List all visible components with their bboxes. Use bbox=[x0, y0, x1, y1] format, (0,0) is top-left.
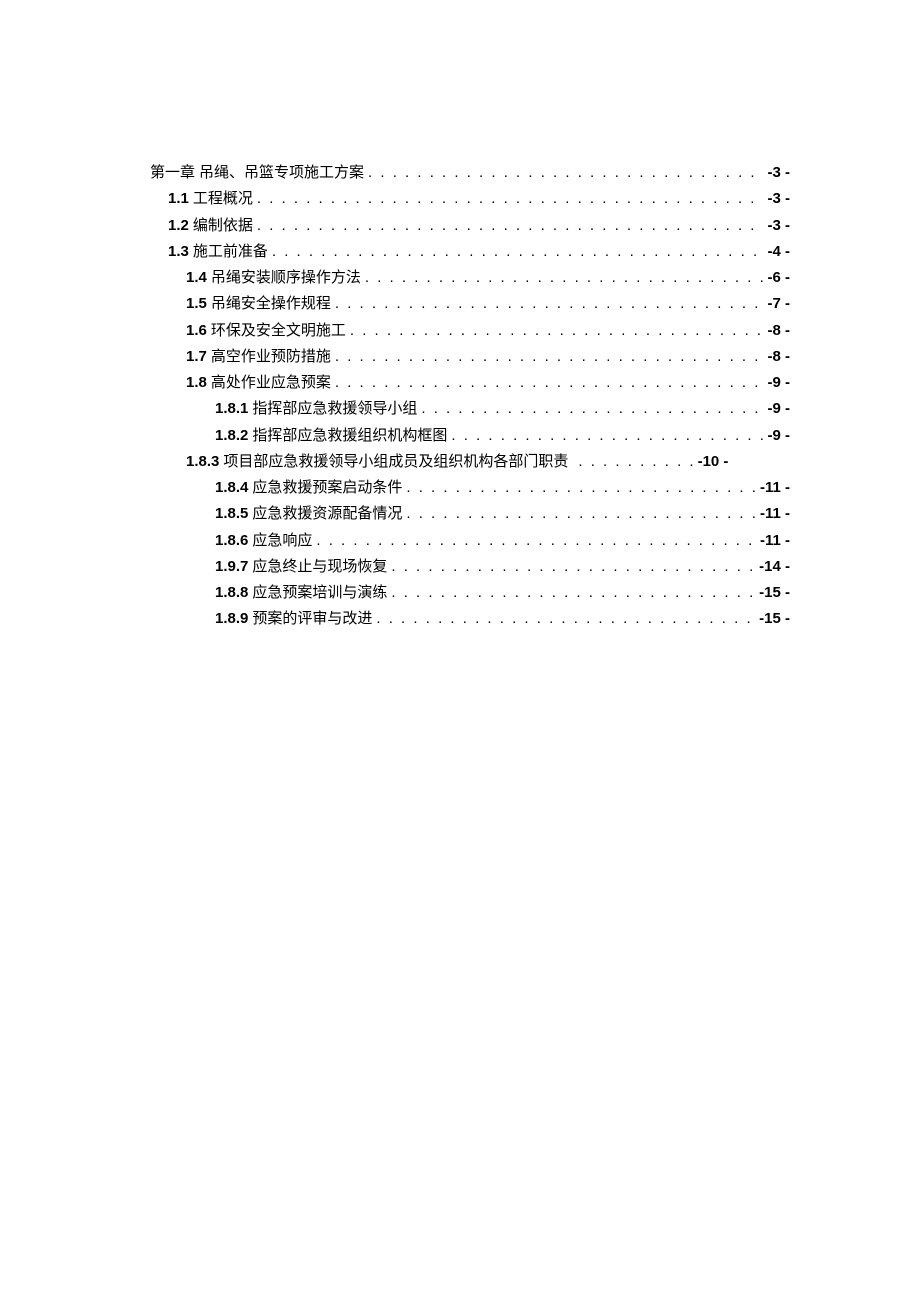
toc-entry-number: 1.2 bbox=[168, 213, 189, 239]
toc-entry-title: 指挥部应急救援领导小组 bbox=[252, 396, 417, 422]
toc-entry-page: -11 - bbox=[760, 528, 790, 554]
toc-entry-page: -15 - bbox=[759, 580, 790, 606]
toc-entry: 1.1 工程概况. . . . . . . . . . . . . . . . … bbox=[150, 186, 790, 212]
toc-leader-dots: . . . . . . . . . . . . . . . . . . . . … bbox=[316, 528, 756, 554]
toc-entry-number: 1.8.5 bbox=[215, 501, 248, 527]
toc-entry-page: -3 - bbox=[768, 160, 791, 186]
toc-entry: 1.5 吊绳安全操作规程. . . . . . . . . . . . . . … bbox=[150, 291, 790, 317]
toc-entry-title: 工程概况 bbox=[193, 186, 253, 212]
toc-entry-page: -9 - bbox=[768, 423, 791, 449]
toc-entry-number: 1.8.8 bbox=[215, 580, 248, 606]
toc-entry: 1.8.2 指挥部应急救援组织机构框图. . . . . . . . . . .… bbox=[150, 423, 790, 449]
toc-entry-title: 应急救援资源配备情况 bbox=[252, 501, 402, 527]
toc-entry-page: -6 - bbox=[768, 265, 791, 291]
toc-entry: 1.4 吊绳安装顺序操作方法. . . . . . . . . . . . . … bbox=[150, 265, 790, 291]
toc-entry-page: -8 - bbox=[768, 344, 791, 370]
toc-entry: 1.8.9 预案的评审与改进. . . . . . . . . . . . . … bbox=[150, 606, 790, 632]
toc-entry-number: 1.1 bbox=[168, 186, 189, 212]
toc-entry-title: 应急终止与现场恢复 bbox=[252, 554, 387, 580]
toc-entry-page: -9 - bbox=[768, 370, 791, 396]
toc-entry-number: 1.8.2 bbox=[215, 423, 248, 449]
toc-entry-number: 第一章 bbox=[150, 160, 195, 186]
toc-entry-title: 应急救援预案启动条件 bbox=[252, 475, 402, 501]
toc-entry-number: 1.3 bbox=[168, 239, 189, 265]
toc-entry: 1.3 施工前准备. . . . . . . . . . . . . . . .… bbox=[150, 239, 790, 265]
toc-entry-number: 1.5 bbox=[186, 291, 207, 317]
toc-leader-dots: . . . . . . . . . . . . . . . . . . . . … bbox=[350, 318, 764, 344]
toc-leader-dots: . . . . . . . . . . . . . . . . . . . . … bbox=[451, 423, 763, 449]
toc-entry-number: 1.7 bbox=[186, 344, 207, 370]
toc-leader-dots: . . . . . . . . . . bbox=[578, 449, 695, 475]
toc-leader-dots: . . . . . . . . . . . . . . . . . . . . … bbox=[406, 501, 756, 527]
toc-entry-page: -7 - bbox=[768, 291, 791, 317]
toc-entry: 1.8.8 应急预案培训与演练. . . . . . . . . . . . .… bbox=[150, 580, 790, 606]
toc-entry: 1.8.6 应急响应. . . . . . . . . . . . . . . … bbox=[150, 528, 790, 554]
toc-leader-dots: . . . . . . . . . . . . . . . . . . . . … bbox=[391, 554, 755, 580]
toc-entry: 1.8.3 项目部应急救援领导小组成员及组织机构各部门职责 . . . . . .… bbox=[150, 449, 790, 475]
toc-entry-title: 应急预案培训与演练 bbox=[252, 580, 387, 606]
toc-entry-page: -14 - bbox=[759, 554, 790, 580]
toc-leader-dots: . . . . . . . . . . . . . . . . . . . . … bbox=[257, 213, 764, 239]
toc-entry-title: 指挥部应急救援组织机构框图 bbox=[252, 423, 447, 449]
toc-entry-page: -11 - bbox=[760, 475, 790, 501]
toc-entry-title: 吊绳安装顺序操作方法 bbox=[211, 265, 361, 291]
toc-entry: 1.8.4 应急救援预案启动条件. . . . . . . . . . . . … bbox=[150, 475, 790, 501]
toc-entry: 1.8 高处作业应急预案. . . . . . . . . . . . . . … bbox=[150, 370, 790, 396]
toc-entry-number: 1.8.6 bbox=[215, 528, 248, 554]
toc-entry-title: 预案的评审与改进 bbox=[252, 606, 372, 632]
toc-entry-title: 应急响应 bbox=[252, 528, 312, 554]
toc-entry-number: 1.6 bbox=[186, 318, 207, 344]
toc-entry-number: 1.8.4 bbox=[215, 475, 248, 501]
toc-leader-dots: . . . . . . . . . . . . . . . . . . . . … bbox=[376, 606, 755, 632]
toc-leader-dots: . . . . . . . . . . . . . . . . . . . . … bbox=[257, 186, 764, 212]
toc-leader-dots: . . . . . . . . . . . . . . . . . . . . … bbox=[421, 396, 763, 422]
toc-entry-title: 高空作业预防措施 bbox=[211, 344, 331, 370]
toc-leader-dots: . . . . . . . . . . . . . . . . . . . . … bbox=[335, 344, 764, 370]
toc-entry-page: -11 - bbox=[760, 501, 790, 527]
toc-entry-title: 吊绳、吊篮专项施工方案 bbox=[199, 160, 364, 186]
toc-entry-title: 项目部应急救援领导小组成员及组织机构各部门职责 bbox=[223, 449, 568, 475]
toc-entry-page: -9 - bbox=[768, 396, 791, 422]
toc-entry-number: 1.4 bbox=[186, 265, 207, 291]
toc-entry-page: -4 - bbox=[768, 239, 791, 265]
toc-entry: 第一章 吊绳、吊篮专项施工方案. . . . . . . . . . . . .… bbox=[150, 160, 790, 186]
toc-leader-dots: . . . . . . . . . . . . . . . . . . . . … bbox=[406, 475, 756, 501]
toc-leader-dots: . . . . . . . . . . . . . . . . . . . . … bbox=[391, 580, 755, 606]
table-of-contents: 第一章 吊绳、吊篮专项施工方案. . . . . . . . . . . . .… bbox=[150, 160, 790, 633]
toc-entry-number: 1.8.9 bbox=[215, 606, 248, 632]
toc-entry: 1.9.7 应急终止与现场恢复. . . . . . . . . . . . .… bbox=[150, 554, 790, 580]
toc-entry: 1.8.1 指挥部应急救援领导小组. . . . . . . . . . . .… bbox=[150, 396, 790, 422]
toc-entry-page: -8 - bbox=[768, 318, 791, 344]
toc-leader-dots: . . . . . . . . . . . . . . . . . . . . … bbox=[335, 291, 764, 317]
toc-entry-number: 1.8.3 bbox=[186, 449, 219, 475]
toc-entry-page: -3 - bbox=[768, 213, 791, 239]
toc-entry: 1.2 编制依据. . . . . . . . . . . . . . . . … bbox=[150, 213, 790, 239]
toc-leader-dots: . . . . . . . . . . . . . . . . . . . . … bbox=[365, 265, 764, 291]
toc-entry-title: 高处作业应急预案 bbox=[211, 370, 331, 396]
toc-entry-page: -15 - bbox=[759, 606, 790, 632]
toc-entry-number: 1.9.7 bbox=[215, 554, 248, 580]
toc-entry-title: 环保及安全文明施工 bbox=[211, 318, 346, 344]
toc-entry: 1.6 环保及安全文明施工. . . . . . . . . . . . . .… bbox=[150, 318, 790, 344]
toc-leader-dots: . . . . . . . . . . . . . . . . . . . . … bbox=[335, 370, 764, 396]
toc-entry-number: 1.8 bbox=[186, 370, 207, 396]
toc-leader-dots: . . . . . . . . . . . . . . . . . . . . … bbox=[368, 160, 763, 186]
toc-entry-title: 编制依据 bbox=[193, 213, 253, 239]
toc-entry-page: -10 - bbox=[698, 449, 729, 475]
toc-entry-title: 施工前准备 bbox=[193, 239, 268, 265]
toc-entry-title: 吊绳安全操作规程 bbox=[211, 291, 331, 317]
toc-entry: 1.8.5 应急救援资源配备情况. . . . . . . . . . . . … bbox=[150, 501, 790, 527]
toc-entry-number: 1.8.1 bbox=[215, 396, 248, 422]
toc-entry-page: -3 - bbox=[768, 186, 791, 212]
toc-leader-dots: . . . . . . . . . . . . . . . . . . . . … bbox=[272, 239, 764, 265]
toc-entry: 1.7 高空作业预防措施. . . . . . . . . . . . . . … bbox=[150, 344, 790, 370]
